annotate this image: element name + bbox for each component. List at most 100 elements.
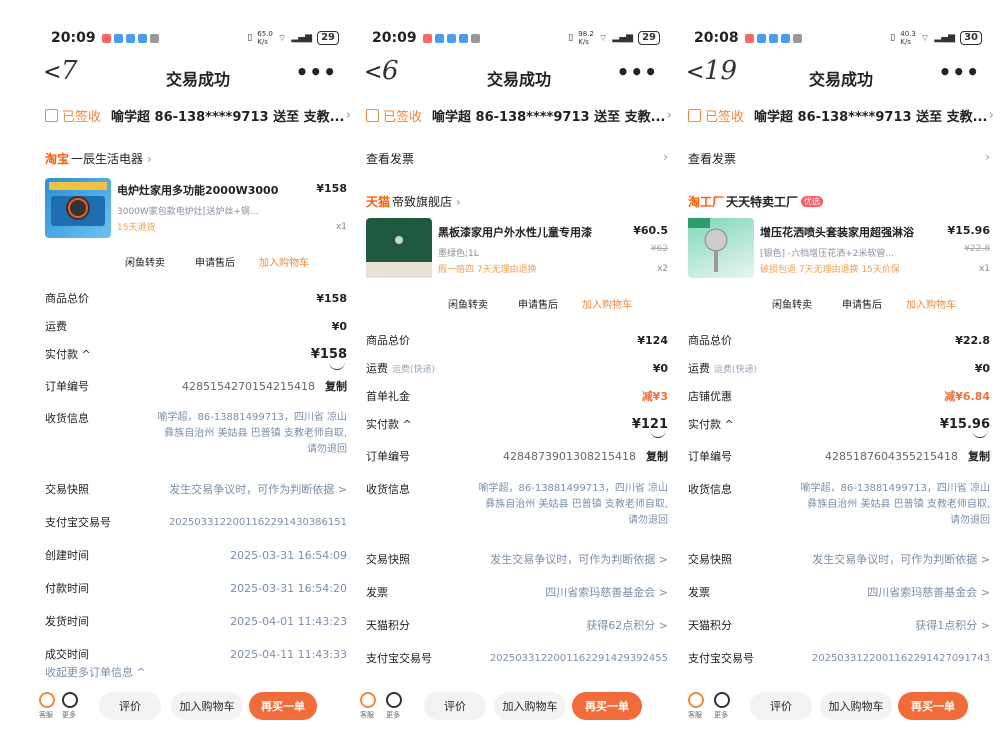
product-spec[interactable]: 3000W家包款电炉灶[送炉丝+钢... xyxy=(117,204,292,217)
address-line: 请勿退回 xyxy=(307,444,347,455)
bottom-bar: 客服 更多 评价 加入购物车 再买一单 xyxy=(358,690,680,726)
row-paid[interactable]: 实付款 ^ ¥15.96 xyxy=(688,416,990,432)
customer-service-icon[interactable] xyxy=(360,692,376,708)
view-invoice-row[interactable]: 查看发票 › xyxy=(688,150,990,167)
product-spec[interactable]: [银色] -六档增压花洒+2米软管... xyxy=(760,246,925,259)
collapse-more-info[interactable]: 收起更多订单信息 ^ xyxy=(45,664,347,680)
add-cart-button[interactable]: 加入购物车 xyxy=(820,692,892,720)
add-to-cart-link[interactable]: 加入购物车 xyxy=(906,296,956,311)
row-label: 订单编号 xyxy=(688,450,732,463)
delivery-status-row[interactable]: 已签收 喻学超 86-138****9713 送至 支教... › xyxy=(688,104,994,126)
row-order-id: 订单编号 4285187604355215418 复制 xyxy=(688,448,990,464)
row-label: 运费 xyxy=(688,362,710,375)
wifi-icon: ⌔ xyxy=(920,33,930,44)
add-to-cart-link[interactable]: 加入购物车 xyxy=(582,296,632,311)
product-price: ¥15.96 xyxy=(947,224,990,237)
product-name[interactable]: 增压花洒喷头套装家用超强淋浴 xyxy=(760,224,935,240)
resell-button[interactable]: 闲鱼转卖 xyxy=(772,296,812,311)
copy-button[interactable]: 复制 xyxy=(646,448,668,464)
bottom-bar: 客服 更多 评价 加入购物车 再买一单 xyxy=(37,690,359,726)
rebuy-button[interactable]: 再买一单 xyxy=(898,692,968,720)
product-qty: x1 xyxy=(335,222,347,232)
row-shipped-time: 发货时间 2025-04-01 11:43:23 xyxy=(45,613,347,629)
copy-button[interactable]: 复制 xyxy=(325,378,347,394)
review-button[interactable]: 评价 xyxy=(424,692,486,720)
row-label: 首单礼金 xyxy=(366,390,410,403)
product-spec[interactable]: 墨绿色;1L xyxy=(438,246,613,259)
copy-button[interactable]: 复制 xyxy=(968,448,990,464)
product-image[interactable] xyxy=(688,218,754,278)
row-order-id: 订单编号 4285154270154215418 复制 xyxy=(45,378,347,394)
product-qty: x1 xyxy=(978,264,990,274)
product-name[interactable]: 黑板漆家用户外水性儿童专用漆 xyxy=(438,224,613,240)
shipping-note: 运费(快递) xyxy=(392,364,436,375)
add-to-cart-link[interactable]: 加入购物车 xyxy=(259,254,309,269)
row-invoice[interactable]: 发票 四川省索玛慈善基金会 > xyxy=(688,584,990,600)
row-points[interactable]: 天猫积分 获得1点积分 > xyxy=(688,617,990,633)
after-sales-button[interactable]: 申请售后 xyxy=(518,296,558,311)
store-name: 帝致旗舰店 xyxy=(392,195,453,209)
customer-service-icon[interactable] xyxy=(688,692,704,708)
address-line: 喻学超，86-13881499713，四川省 凉山 xyxy=(800,483,991,494)
product-price: ¥60.5 xyxy=(633,224,668,237)
status-bar: 20:08 ▯ 40.3 K/s ⌔ ▂▄▆ 30 xyxy=(694,28,982,48)
after-sales-button[interactable]: 申请售后 xyxy=(842,296,882,311)
row-first-order-gift: 首单礼金 减¥3 xyxy=(366,388,668,404)
chevron-right-icon: › xyxy=(345,107,351,123)
delivery-status-row[interactable]: 已签收 喻学超 86-138****9713 送至 支教... › xyxy=(45,104,351,126)
row-snapshot[interactable]: 交易快照 发生交易争议时，可作为判断依据 > xyxy=(366,551,668,567)
resell-button[interactable]: 闲鱼转卖 xyxy=(448,296,488,311)
address-text[interactable]: 喻学超，86-13881499713，四川省 凉山 彝族自治州 美姑县 巴普镇 … xyxy=(775,481,991,529)
row-value: 2025033122001162291430386151 xyxy=(168,516,347,528)
handwritten-mark xyxy=(650,430,666,438)
product-image[interactable] xyxy=(366,218,432,278)
invoice-label: 查看发票 xyxy=(688,152,737,166)
after-sales-button[interactable]: 申请售后 xyxy=(195,254,235,269)
product-tag: 破损包退 7天无理由退换 15天价保 xyxy=(760,265,900,275)
store-link[interactable]: 天猫 帝致旗舰店 › xyxy=(366,193,461,210)
row-snapshot[interactable]: 交易快照 发生交易争议时，可作为判断依据 > xyxy=(45,481,347,497)
order-panel-2: 20:09 ▯ 98.2 K/s ⌔ ▂▄▆ 29 < 6 交易成功 ••• 已… xyxy=(358,0,680,750)
store-brand: 淘工厂 xyxy=(688,195,725,209)
resell-button[interactable]: 闲鱼转卖 xyxy=(125,254,165,269)
store-link[interactable]: 淘工厂 天天特卖工厂 优选 xyxy=(688,193,824,210)
row-paid[interactable]: 实付款 ^ ¥121 xyxy=(366,416,668,432)
more-icon[interactable] xyxy=(62,692,78,708)
row-value: 2025033122001162291427091743 xyxy=(811,652,990,664)
more-icon[interactable] xyxy=(714,692,730,708)
more-icon[interactable] xyxy=(386,692,402,708)
product-name[interactable]: 电炉灶家用多功能2000W3000 xyxy=(117,182,292,198)
add-cart-button[interactable]: 加入购物车 xyxy=(494,692,566,720)
row-invoice[interactable]: 发票 四川省索玛慈善基金会 > xyxy=(366,584,668,600)
row-label: 发票 xyxy=(366,586,388,599)
store-link[interactable]: 淘宝 一辰生活电器 › xyxy=(45,150,152,167)
rebuy-button[interactable]: 再买一单 xyxy=(572,692,642,720)
row-total: 商品总价 ¥124 xyxy=(366,332,668,348)
rebuy-button[interactable]: 再买一单 xyxy=(249,692,317,720)
chevron-right-icon: › xyxy=(456,194,461,209)
review-button[interactable]: 评价 xyxy=(99,692,161,720)
add-cart-button[interactable]: 加入购物车 xyxy=(171,692,243,720)
more-menu-button[interactable]: ••• xyxy=(296,60,337,84)
row-value: 减¥3 xyxy=(641,390,668,403)
row-shipping: 运费 运费(快递) ¥0 xyxy=(688,360,990,376)
row-value: 2025-04-11 11:43:33 xyxy=(230,647,347,661)
row-label: 商品总价 xyxy=(688,334,732,347)
view-invoice-row[interactable]: 查看发票 › xyxy=(366,150,668,167)
row-points[interactable]: 天猫积分 获得62点积分 > xyxy=(366,617,668,633)
review-button[interactable]: 评价 xyxy=(750,692,812,720)
address-text[interactable]: 喻学超，86-13881499713，四川省 凉山 彝族自治州 美姑县 巴普镇 … xyxy=(132,410,348,458)
customer-service-icon[interactable] xyxy=(39,692,55,708)
delivery-status-row[interactable]: 已签收 喻学超 86-138****9713 送至 支教... › xyxy=(366,104,672,126)
more-menu-button[interactable]: ••• xyxy=(939,60,980,84)
row-paid[interactable]: 实付款 ^ ¥158 xyxy=(45,346,347,362)
product-image[interactable] xyxy=(45,178,111,238)
status-right: ▯ 40.3 K/s ⌔ ▂▄▆ 30 xyxy=(890,30,982,46)
more-menu-button[interactable]: ••• xyxy=(617,60,658,84)
row-order-id: 订单编号 4284873901308215418 复制 xyxy=(366,448,668,464)
address-text[interactable]: 喻学超，86-13881499713，四川省 凉山 彝族自治州 美姑县 巴普镇 … xyxy=(453,481,669,529)
row-snapshot[interactable]: 交易快照 发生交易争议时，可作为判断依据 > xyxy=(688,551,990,567)
chevron-right-icon: › xyxy=(666,107,672,123)
status-time: 20:09 xyxy=(51,30,96,46)
status-time: 20:08 xyxy=(694,30,739,46)
